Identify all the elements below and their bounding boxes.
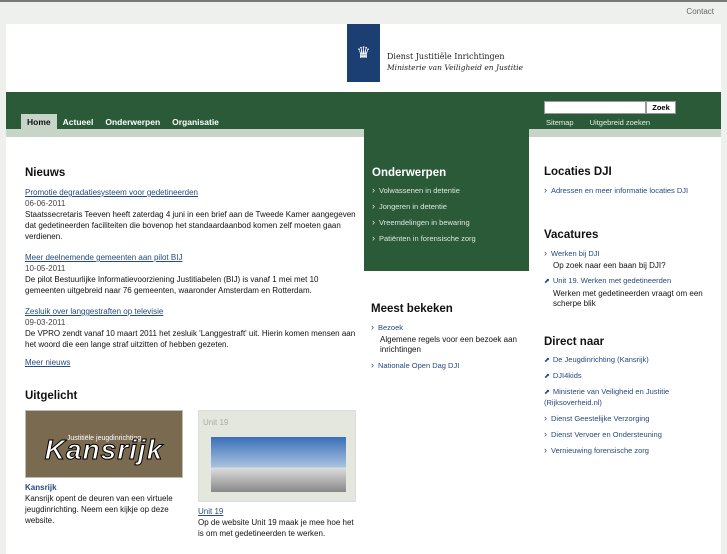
crest-icon: ♛	[356, 45, 371, 62]
feature-card: Unit 19 Unit 19 Op de website Unit 19 ma…	[198, 410, 356, 539]
news-text: De pilot Bestuurlijke Informatievoorzien…	[25, 275, 319, 295]
direct-link[interactable]: Ministerie van Veiligheid en Justitie (R…	[544, 387, 714, 408]
uitgelicht-section: Uitgelicht Justitiële jeugdinrichting Ka…	[25, 390, 365, 538]
uitgelicht-heading: Uitgelicht	[25, 390, 78, 402]
direct-link[interactable]: Vernieuwing forensische zorg	[544, 445, 714, 456]
direct-link[interactable]: De Jeugdinrichting (Kansrijk)	[544, 355, 714, 366]
tab-organisatie[interactable]: Organisatie	[166, 114, 225, 129]
news-text: Staatssecretaris Teeven heeft zaterdag 4…	[25, 210, 356, 241]
locaties-section: Locaties DJI Adressen en meer informatie…	[544, 166, 714, 196]
building-photo	[211, 437, 346, 492]
direct-naar-heading: Direct naar	[544, 336, 605, 348]
org-name: Dienst Justitiële Inrichtingen	[387, 52, 505, 61]
right-column: Locaties DJI Adressen en meer informatie…	[544, 166, 714, 476]
more-news-link[interactable]: Meer nieuws	[25, 358, 360, 367]
onderwerpen-heading: Onderwerpen	[372, 167, 447, 179]
onderwerp-link[interactable]: Patiënten in forensische zorg	[372, 233, 521, 243]
news-item: Promotie degradatiesysteem voor gedetine…	[25, 187, 360, 242]
locaties-link[interactable]: Adressen en meer informatie locaties DJI	[544, 185, 714, 196]
direct-link[interactable]: Dienst Vervoer en Ondersteuning	[544, 429, 714, 440]
news-date: 09-03-2011	[25, 318, 66, 327]
bezoek-text: Algemene regels voor een bezoek aan inri…	[380, 335, 517, 354]
direct-link[interactable]: DJI4kids	[544, 371, 714, 382]
kansrijk-image[interactable]: Justitiële jeugdinrichting Kansrijk	[25, 410, 183, 478]
bezoek-link[interactable]: Bezoek	[371, 322, 531, 333]
rijkswapen-logo[interactable]: ♛	[347, 24, 380, 82]
locaties-heading: Locaties DJI	[544, 166, 612, 178]
ministry-name: Ministerie van Veiligheid en Justitie	[387, 63, 523, 72]
card-text: Op de website Unit 19 maak je mee hoe he…	[198, 518, 354, 538]
vacature-text: Op zoek naar een baan bij DJI?	[553, 261, 666, 270]
image-caption: Unit 19	[203, 418, 229, 427]
onderwerp-link[interactable]: Jongeren in detentie	[372, 201, 521, 211]
meest-bekeken-section: Meest bekeken Bezoek Algemene regels voo…	[371, 303, 531, 376]
news-title-link[interactable]: Zesluik over langgestraften op televisie	[25, 307, 163, 316]
advanced-search-link[interactable]: Uitgebreid zoeken	[590, 118, 650, 127]
image-logo-text: Kansrijk	[44, 434, 164, 465]
news-item: Zesluik over langgestraften op televisie…	[25, 306, 360, 350]
open-dag-link[interactable]: Nationale Open Dag DJI	[371, 360, 531, 371]
onderwerp-link[interactable]: Volwassenen in detentie	[372, 185, 521, 195]
news-date: 06-06-2011	[25, 199, 66, 208]
utility-links: Sitemap Uitgebreid zoeken	[546, 118, 664, 127]
search-form: Zoek	[544, 101, 676, 114]
news-section: Nieuws Promotie degradatiesysteem voor g…	[25, 167, 360, 367]
news-text: De VPRO zendt vanaf 10 maart 2011 het ze…	[25, 329, 356, 349]
contact-link[interactable]: Contact	[686, 7, 714, 16]
onderwerp-link[interactable]: Vreemdelingen in bewaring	[372, 217, 521, 227]
werken-bij-dji-link[interactable]: Werken bij DJI	[544, 248, 714, 259]
news-item: Meer deelnemende gemeenten aan pilot BIJ…	[25, 252, 360, 296]
news-title-link[interactable]: Promotie degradatiesysteem voor gedetine…	[25, 188, 198, 197]
page-container: ♛ Dienst Justitiële Inrichtingen Ministe…	[6, 24, 721, 554]
sitemap-link[interactable]: Sitemap	[546, 118, 574, 127]
meest-bekeken-heading: Meest bekeken	[371, 303, 453, 315]
news-heading: Nieuws	[25, 167, 66, 179]
vacatures-heading: Vacatures	[544, 229, 599, 241]
direct-naar-section: Direct naar De Jeugdinrichting (Kansrijk…	[544, 336, 714, 456]
onderwerpen-panel: Onderwerpen Volwassenen in detentie Jong…	[364, 129, 529, 271]
feature-card: Justitiële jeugdinrichting Kansrijk Kans…	[25, 410, 183, 526]
search-input[interactable]	[544, 101, 646, 114]
logo-text: Dienst Justitiële Inrichtingen Ministeri…	[387, 51, 523, 73]
unit19-vacature-link[interactable]: Unit 19. Werken met gedetineerden	[544, 276, 714, 287]
vacatures-section: Vacatures Werken bij DJI Op zoek naar ee…	[544, 229, 714, 309]
unit19-link[interactable]: Unit 19	[198, 506, 356, 517]
search-button[interactable]: Zoek	[646, 101, 676, 114]
tab-actueel[interactable]: Actueel	[57, 114, 100, 129]
news-title-link[interactable]: Meer deelnemende gemeenten aan pilot BIJ	[25, 253, 182, 262]
unit19-image[interactable]: Unit 19	[198, 410, 356, 502]
vacature-text: Werken met gedetineerden vraagt om een s…	[553, 289, 703, 308]
main-nav: Home Actueel Onderwerpen Organisatie	[21, 114, 225, 129]
news-date: 10-05-2011	[25, 264, 66, 273]
tab-home[interactable]: Home	[21, 114, 57, 129]
kansrijk-link[interactable]: Kansrijk	[25, 482, 183, 493]
direct-link[interactable]: Dienst Geestelijke Verzorging	[544, 413, 714, 424]
tab-onderwerpen[interactable]: Onderwerpen	[99, 114, 166, 129]
card-text: Kansrijk opent de deuren van een virtuel…	[25, 494, 173, 525]
